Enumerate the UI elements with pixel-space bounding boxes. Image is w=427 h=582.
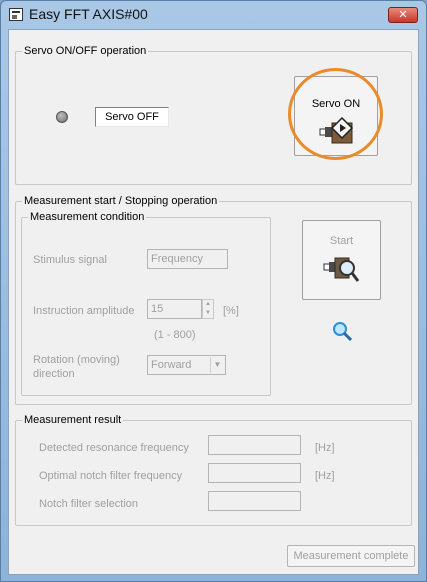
measurement-complete-button[interactable]: Measurement complete — [287, 545, 415, 567]
window-title: Easy FFT AXIS#00 — [29, 6, 148, 22]
measurement-condition-label: Measurement condition — [30, 211, 145, 223]
rotation-direction-label-line1: Rotation (moving) — [33, 354, 120, 366]
instruction-amplitude-label: Instruction amplitude — [33, 305, 135, 317]
servo-group-label: Servo ON/OFF operation — [24, 45, 147, 57]
servo-on-label: Servo ON — [311, 98, 361, 110]
notch-filter-selection-label: Notch filter selection — [39, 498, 139, 510]
magnifier-icon — [333, 322, 353, 342]
stimulus-signal-field[interactable]: Frequency — [147, 249, 228, 269]
spin-up-icon[interactable]: ▲ — [203, 300, 213, 309]
resonance-frequency-field[interactable] — [208, 435, 301, 455]
chevron-down-icon[interactable]: ▼ — [210, 357, 224, 373]
notch-frequency-label: Optimal notch filter frequency — [39, 470, 183, 482]
amplitude-range: (1 - 800) — [154, 329, 196, 341]
notch-frequency-unit: [Hz] — [315, 470, 335, 482]
start-measure-icon — [323, 257, 360, 282]
title-bar[interactable]: Easy FFT AXIS#00 ✕ — [1, 1, 426, 29]
start-label: Start — [329, 235, 354, 247]
resonance-frequency-unit: [Hz] — [315, 442, 335, 454]
rotation-direction-label-line2: direction — [33, 368, 75, 380]
amplitude-spinner[interactable]: ▲ ▼ — [202, 299, 214, 319]
instruction-amplitude-field[interactable]: 15 — [147, 299, 202, 319]
start-button[interactable]: Start — [302, 220, 381, 300]
spin-down-icon[interactable]: ▼ — [203, 309, 213, 318]
rotation-direction-value: Forward — [151, 359, 192, 371]
resonance-frequency-label: Detected resonance frequency — [39, 442, 189, 454]
measurement-group-label: Measurement start / Stopping operation — [24, 195, 218, 207]
close-button[interactable]: ✕ — [388, 7, 418, 23]
servo-status-display: Servo OFF — [95, 107, 169, 127]
rotation-direction-select[interactable]: Forward ▼ — [147, 355, 226, 375]
stimulus-signal-label: Stimulus signal — [33, 254, 107, 266]
easy-fft-window: Easy FFT AXIS#00 ✕ Servo ON/OFF operatio… — [0, 0, 427, 582]
servo-on-icon — [319, 117, 354, 144]
app-icon — [9, 8, 23, 21]
servo-status-lamp — [56, 111, 68, 123]
notch-frequency-field[interactable] — [208, 463, 301, 483]
servo-on-button[interactable]: Servo ON — [294, 76, 378, 156]
notch-filter-selection-field[interactable] — [208, 491, 301, 511]
measurement-result-label: Measurement result — [24, 414, 122, 426]
dialog-body: Servo ON/OFF operation Servo OFF Servo O… — [8, 29, 419, 575]
amplitude-unit: [%] — [223, 305, 239, 317]
